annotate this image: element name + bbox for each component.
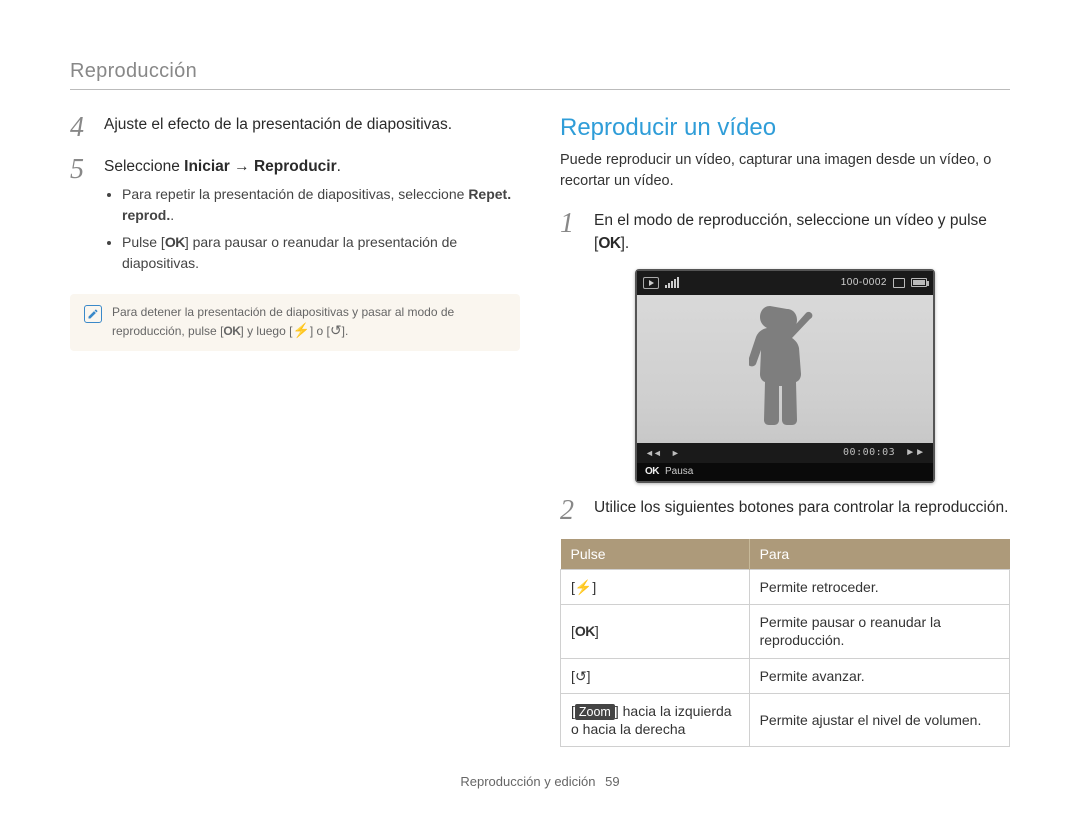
step-body: Ajuste el efecto de la presentación de d… (104, 114, 452, 142)
left-column: 4 Ajuste el efecto de la presentación de… (70, 114, 520, 747)
step-body: Utilice los siguientes botones para cont… (594, 497, 1008, 525)
step-text: En el modo de reproducción, seleccione u… (594, 212, 987, 251)
step-5: 5 Seleccione Iniciar → Reproducir. Para … (70, 156, 520, 280)
footer-text: Reproducción y edición (460, 774, 595, 789)
step-text-arrow: → (230, 158, 254, 175)
timer-icon (575, 668, 587, 684)
table-row: [Zoom] hacia la izquierda o hacia la der… (561, 693, 1010, 746)
transport-left: ◄◄ ► (645, 448, 679, 458)
step-text-bold: Iniciar (184, 158, 230, 175)
step-text-suffix: . (337, 158, 341, 175)
bullet-text: Pulse [ (122, 234, 165, 250)
step-text-prefix: Seleccione (104, 158, 184, 175)
volume-bars-icon (665, 277, 679, 288)
table-row: [OK] Permite pausar o reanudar la reprod… (561, 605, 1010, 658)
bracket: ] (587, 668, 591, 684)
screen-transport-bar: ◄◄ ► 00:00:03 ►► (637, 443, 933, 463)
screen-video-area (637, 295, 933, 443)
bullet-item: Para repetir la presentación de diaposit… (122, 184, 520, 226)
ok-icon: OK (223, 324, 240, 338)
silhouette-illustration (749, 303, 829, 443)
bullet-list: Para repetir la presentación de diaposit… (104, 184, 520, 274)
fastforward-icon: ►► (905, 447, 925, 458)
header-underline (70, 89, 1010, 90)
table-cell-key: [Zoom] hacia la izquierda o hacia la der… (561, 693, 750, 746)
flash-icon (292, 324, 309, 338)
step-body: En el modo de reproducción, seleccione u… (594, 210, 1010, 255)
table-cell-key: [] (561, 569, 750, 604)
bullet-text: Para repetir la presentación de diaposit… (122, 186, 468, 202)
table-cell-key: [OK] (561, 605, 750, 658)
timer-icon (330, 324, 342, 338)
bullet-text: . (170, 207, 174, 223)
table-cell-desc: Permite pausar o reanudar la reproducció… (749, 605, 1009, 658)
table-cell-desc: Permite avanzar. (749, 658, 1009, 693)
page-header-title: Reproducción (70, 60, 1010, 83)
playback-mode-icon (643, 277, 659, 289)
two-column-layout: 4 Ajuste el efecto de la presentación de… (70, 114, 1010, 747)
rewind-icon: ◄◄ (645, 448, 661, 458)
table-row: [] Permite avanzar. (561, 658, 1010, 693)
step-number: 1 (560, 210, 582, 255)
file-counter: 100-0002 (841, 277, 887, 288)
step-number: 5 (70, 156, 92, 280)
table-header: Pulse (561, 539, 750, 570)
ok-icon: OK (575, 623, 595, 639)
ok-icon: OK (645, 466, 659, 477)
table-cell-key: [] (561, 658, 750, 693)
flash-icon (575, 579, 592, 595)
memory-card-icon (893, 278, 905, 288)
helper-label: Pausa (665, 466, 693, 477)
intro-text: Puede reproducir un vídeo, capturar una … (560, 150, 1010, 192)
zoom-label: Zoom (575, 704, 615, 720)
screen-helper-bar: OK Pausa (637, 463, 933, 481)
screen-top-left (643, 277, 679, 289)
transport-right: 00:00:03 ►► (843, 447, 925, 458)
bullet-item: Pulse [OK] para pausar o reanudar la pre… (122, 232, 520, 274)
note-text: Para detener la presentación de diaposit… (112, 304, 508, 340)
ok-icon: OK (165, 234, 185, 250)
bracket: ] (595, 623, 599, 639)
step-number: 4 (70, 114, 92, 142)
table-cell-desc: Permite retroceder. (749, 569, 1009, 604)
battery-icon (911, 278, 927, 287)
page-number: 59 (605, 774, 619, 789)
step-text: ]. (621, 235, 630, 252)
page-root: Reproducción 4 Ajuste el efecto de la pr… (0, 0, 1080, 815)
step-body: Seleccione Iniciar → Reproducir. Para re… (104, 156, 520, 280)
table-row: [] Permite retroceder. (561, 569, 1010, 604)
ok-icon: OK (598, 235, 620, 252)
bracket: ] (592, 579, 596, 595)
step-number: 2 (560, 497, 582, 525)
note-segment: ] y luego [ (240, 324, 292, 338)
section-heading: Reproducir un vídeo (560, 114, 1010, 142)
play-icon: ► (671, 448, 679, 458)
step-text-bold: Reproducir (254, 158, 337, 175)
step-2: 2 Utilice los siguientes botones para co… (560, 497, 1010, 525)
note-segment: ] o [ (310, 324, 330, 338)
camera-screen-illustration: 100-0002 ◄◄ ► 00:00:03 (635, 269, 935, 483)
page-footer: Reproducción y edición 59 (0, 774, 1080, 789)
note-box: Para detener la presentación de diaposit… (70, 294, 520, 350)
timecode: 00:00:03 (843, 447, 895, 458)
table-cell-desc: Permite ajustar el nivel de volumen. (749, 693, 1009, 746)
step-1: 1 En el modo de reproducción, seleccione… (560, 210, 1010, 255)
note-segment: ]. (342, 324, 349, 338)
controls-table: Pulse Para [] Permite retroceder. [OK] (560, 539, 1010, 747)
right-column: Reproducir un vídeo Puede reproducir un … (560, 114, 1010, 747)
table-header: Para (749, 539, 1009, 570)
pencil-icon (87, 308, 99, 320)
step-4: 4 Ajuste el efecto de la presentación de… (70, 114, 520, 142)
note-icon (84, 305, 102, 323)
screen-top-right: 100-0002 (841, 277, 927, 288)
screen-top-bar: 100-0002 (637, 271, 933, 295)
